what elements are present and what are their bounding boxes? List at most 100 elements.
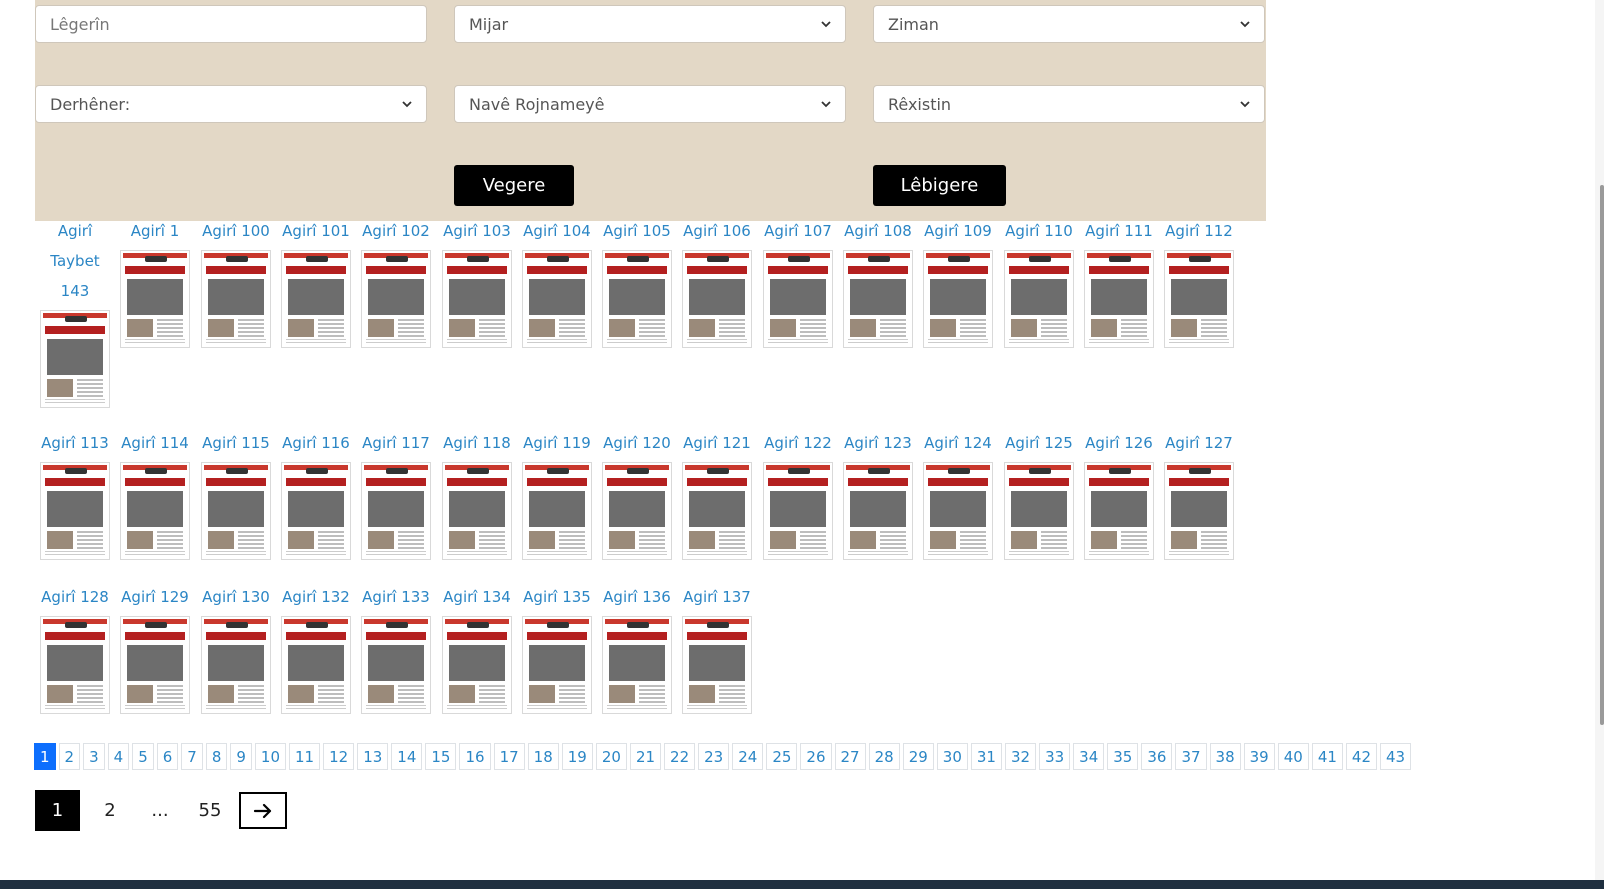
issue-item[interactable]: Agirî 137 bbox=[676, 582, 758, 714]
issue-title[interactable]: Agirî 122 bbox=[757, 428, 839, 458]
issue-title[interactable]: Agirî 105 bbox=[596, 216, 678, 246]
issue-cover-thumbnail[interactable] bbox=[923, 462, 993, 560]
page-link[interactable]: 42 bbox=[1345, 743, 1378, 770]
issue-title[interactable]: Agirî 117 bbox=[355, 428, 437, 458]
scrollbar[interactable] bbox=[1595, 0, 1604, 889]
page-link[interactable]: 40 bbox=[1277, 743, 1309, 770]
issue-item[interactable]: Agirî Taybet 143 bbox=[34, 216, 116, 408]
page-link[interactable]: 11 bbox=[289, 743, 321, 770]
subject-select[interactable]: Mijar bbox=[454, 5, 846, 43]
page-link[interactable]: 1 bbox=[34, 743, 56, 770]
issue-item[interactable]: Agirî 100 bbox=[195, 216, 277, 348]
issue-cover-thumbnail[interactable] bbox=[1164, 462, 1234, 560]
page-link[interactable]: 4 bbox=[107, 743, 130, 770]
page-link[interactable]: 29 bbox=[902, 743, 934, 770]
page-link[interactable]: 23 bbox=[698, 743, 730, 770]
pager-last[interactable]: 55 bbox=[185, 790, 235, 831]
issue-cover-thumbnail[interactable] bbox=[40, 462, 110, 560]
issue-item[interactable]: Agirî 102 bbox=[355, 216, 437, 348]
issue-item[interactable]: Agirî 115 bbox=[195, 428, 277, 560]
page-link[interactable]: 31 bbox=[970, 743, 1002, 770]
issue-cover-thumbnail[interactable] bbox=[522, 250, 592, 348]
issue-item[interactable]: Agirî 117 bbox=[355, 428, 437, 560]
issue-title[interactable]: Agirî Taybet 143 bbox=[45, 216, 105, 306]
issue-cover-thumbnail[interactable] bbox=[923, 250, 993, 348]
issue-item[interactable]: Agirî 111 bbox=[1078, 216, 1160, 348]
issue-cover-thumbnail[interactable] bbox=[361, 462, 431, 560]
issue-item[interactable]: Agirî 125 bbox=[998, 428, 1080, 560]
page-link[interactable]: 39 bbox=[1243, 743, 1275, 770]
issue-title[interactable]: Agirî 132 bbox=[275, 582, 357, 612]
issue-item[interactable]: Agirî 107 bbox=[757, 216, 839, 348]
issue-cover-thumbnail[interactable] bbox=[361, 616, 431, 714]
issue-item[interactable]: Agirî 123 bbox=[837, 428, 919, 560]
issue-title[interactable]: Agirî 100 bbox=[195, 216, 277, 246]
page-link[interactable]: 38 bbox=[1209, 743, 1241, 770]
issue-title[interactable]: Agirî 111 bbox=[1078, 216, 1160, 246]
page-link[interactable]: 17 bbox=[493, 743, 525, 770]
scroll-thumb[interactable] bbox=[1600, 185, 1604, 725]
page-link[interactable]: 21 bbox=[629, 743, 662, 770]
language-select[interactable]: Ziman bbox=[873, 5, 1265, 43]
issue-cover-thumbnail[interactable] bbox=[522, 462, 592, 560]
issue-item[interactable]: Agirî 105 bbox=[596, 216, 678, 348]
issue-cover-thumbnail[interactable] bbox=[843, 250, 913, 348]
issue-title[interactable]: Agirî 115 bbox=[195, 428, 277, 458]
issue-cover-thumbnail[interactable] bbox=[602, 462, 672, 560]
page-link[interactable]: 34 bbox=[1073, 743, 1105, 770]
issue-cover-thumbnail[interactable] bbox=[120, 616, 190, 714]
issue-item[interactable]: Agirî 127 bbox=[1158, 428, 1240, 560]
issue-item[interactable]: Agirî 114 bbox=[114, 428, 196, 560]
page-link[interactable]: 10 bbox=[254, 743, 287, 770]
issue-title[interactable]: Agirî 129 bbox=[114, 582, 196, 612]
page-link[interactable]: 20 bbox=[595, 743, 627, 770]
issue-title[interactable]: Agirî 113 bbox=[34, 428, 116, 458]
page-link[interactable]: 25 bbox=[766, 743, 798, 770]
page-link[interactable]: 27 bbox=[834, 743, 866, 770]
page-link[interactable]: 9 bbox=[230, 743, 252, 770]
page-link[interactable]: 30 bbox=[936, 743, 968, 770]
search-button[interactable]: Lêbigere bbox=[873, 165, 1006, 206]
issue-cover-thumbnail[interactable] bbox=[120, 462, 190, 560]
issue-title[interactable]: Agirî 121 bbox=[676, 428, 758, 458]
page-link[interactable]: 7 bbox=[181, 743, 203, 770]
issue-title[interactable]: Agirî 130 bbox=[195, 582, 277, 612]
issue-cover-thumbnail[interactable] bbox=[201, 250, 271, 348]
issue-title[interactable]: Agirî 136 bbox=[596, 582, 678, 612]
director-select[interactable]: Derhêner: bbox=[35, 85, 427, 123]
issue-cover-thumbnail[interactable] bbox=[1004, 250, 1074, 348]
issue-title[interactable]: Agirî 126 bbox=[1078, 428, 1160, 458]
issue-item[interactable]: Agirî 109 bbox=[917, 216, 999, 348]
issue-cover-thumbnail[interactable] bbox=[442, 462, 512, 560]
issue-cover-thumbnail[interactable] bbox=[1084, 250, 1154, 348]
issue-title[interactable]: Agirî 118 bbox=[436, 428, 518, 458]
issue-title[interactable]: Agirî 119 bbox=[516, 428, 598, 458]
issue-title[interactable]: Agirî 128 bbox=[34, 582, 116, 612]
page-link[interactable]: 2 bbox=[58, 743, 81, 770]
issue-item[interactable]: Agirî 108 bbox=[837, 216, 919, 348]
page-link[interactable]: 6 bbox=[156, 743, 179, 770]
issue-cover-thumbnail[interactable] bbox=[201, 462, 271, 560]
issue-cover-thumbnail[interactable] bbox=[361, 250, 431, 348]
issue-item[interactable]: Agirî 136 bbox=[596, 582, 678, 714]
issue-cover-thumbnail[interactable] bbox=[522, 616, 592, 714]
issue-item[interactable]: Agirî 126 bbox=[1078, 428, 1160, 560]
issue-cover-thumbnail[interactable] bbox=[281, 462, 351, 560]
issue-title[interactable]: Agirî 109 bbox=[917, 216, 999, 246]
issue-cover-thumbnail[interactable] bbox=[843, 462, 913, 560]
page-link[interactable]: 14 bbox=[391, 743, 423, 770]
issue-item[interactable]: Agirî 129 bbox=[114, 582, 196, 714]
issue-item[interactable]: Agirî 112 bbox=[1158, 216, 1240, 348]
issue-item[interactable]: Agirî 134 bbox=[436, 582, 518, 714]
page-link[interactable]: 36 bbox=[1141, 743, 1173, 770]
page-link[interactable]: 15 bbox=[425, 743, 457, 770]
issue-title[interactable]: Agirî 112 bbox=[1158, 216, 1240, 246]
issue-title[interactable]: Agirî 124 bbox=[917, 428, 999, 458]
issue-title[interactable]: Agirî 104 bbox=[516, 216, 598, 246]
issue-title[interactable]: Agirî 1 bbox=[114, 216, 196, 246]
page-link[interactable]: 19 bbox=[561, 743, 593, 770]
issue-item[interactable]: Agirî 103 bbox=[436, 216, 518, 348]
issue-title[interactable]: Agirî 127 bbox=[1158, 428, 1240, 458]
issue-cover-thumbnail[interactable] bbox=[201, 616, 271, 714]
page-link[interactable]: 24 bbox=[732, 743, 764, 770]
